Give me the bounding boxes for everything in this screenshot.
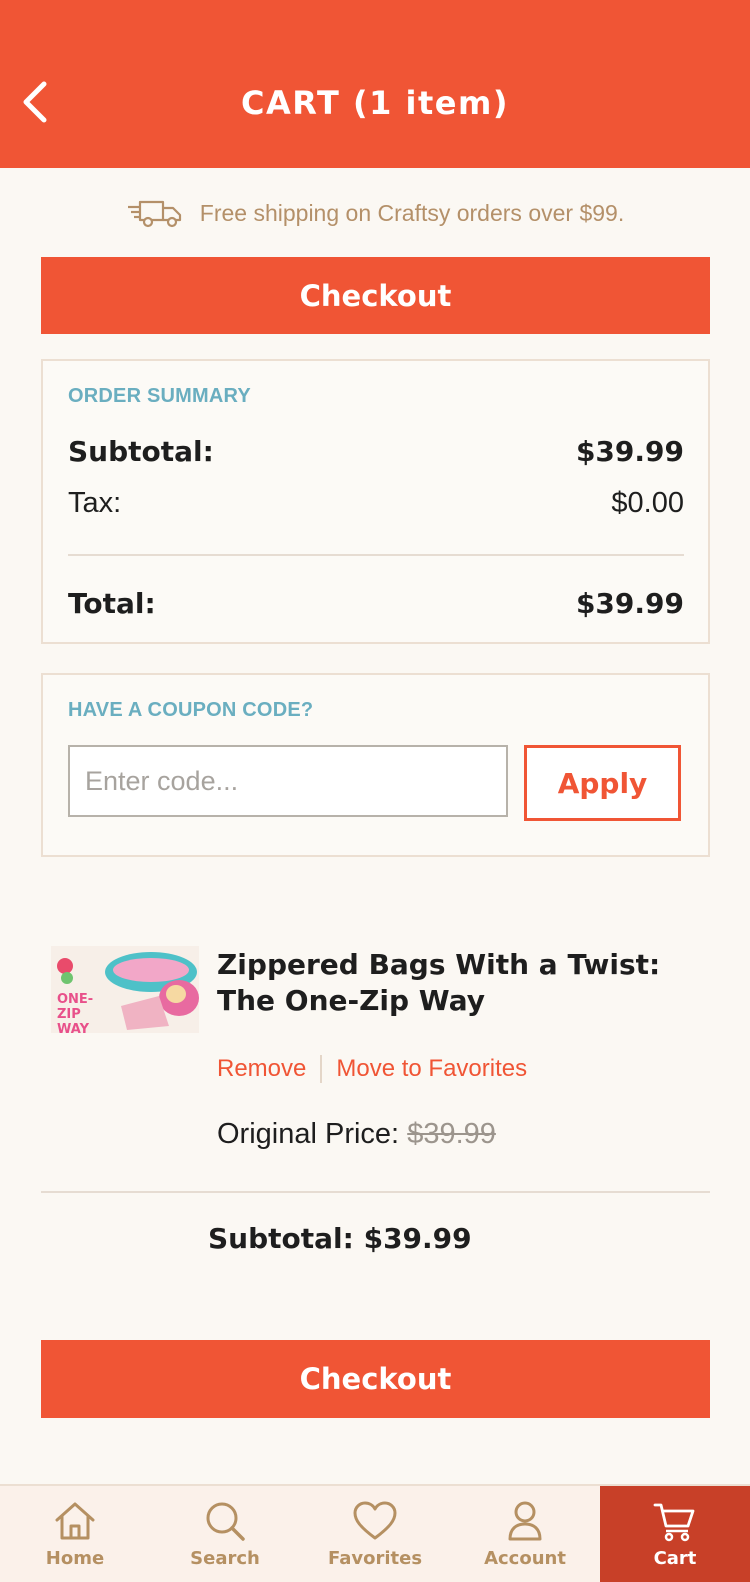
total-row: Total: $39.99 <box>68 587 684 620</box>
tab-home-label: Home <box>45 1548 105 1569</box>
summary-divider <box>68 554 684 556</box>
tab-home[interactable]: Home <box>0 1486 150 1582</box>
tab-account[interactable]: Account <box>450 1486 600 1582</box>
tab-favorites[interactable]: Favorites <box>300 1486 450 1582</box>
coupon-panel: HAVE A COUPON CODE? Apply <box>41 673 710 857</box>
remove-link[interactable]: Remove <box>217 1055 306 1083</box>
move-to-favorites-link[interactable]: Move to Favorites <box>336 1055 527 1083</box>
tax-value: $0.00 <box>611 487 684 519</box>
tab-cart-label: Cart <box>653 1548 697 1569</box>
order-summary-heading: ORDER SUMMARY <box>68 385 251 407</box>
tax-row: Tax: $0.00 <box>68 487 684 520</box>
tab-favorites-label: Favorites <box>327 1548 423 1569</box>
tax-label: Tax: <box>68 487 122 519</box>
shipping-text: Free shipping on Craftsy orders over $99… <box>199 199 625 226</box>
tab-cart[interactable]: Cart <box>600 1486 750 1582</box>
original-price-value: $39.99 <box>407 1118 496 1150</box>
cart-icon <box>653 1503 695 1542</box>
checkout-button-bottom[interactable]: Checkout <box>41 1340 710 1418</box>
app-header: CART (1 item) <box>0 0 750 168</box>
home-icon <box>55 1502 95 1540</box>
product-thumbnail[interactable]: ONE-ZIP WAY <box>51 946 199 1033</box>
heart-icon <box>353 1501 397 1540</box>
coupon-code-input[interactable] <box>68 745 508 817</box>
total-value: $39.99 <box>575 587 684 620</box>
shipping-banner: Free shipping on Craftsy orders over $99… <box>0 196 750 230</box>
subtotal-value: $39.99 <box>575 435 684 468</box>
subtotal-row: Subtotal: $39.99 <box>68 435 684 468</box>
thumb-title-text: ONE-ZIP WAY <box>57 992 94 1033</box>
item-divider <box>41 1191 710 1193</box>
tab-account-label: Account <box>484 1548 566 1569</box>
tab-search[interactable]: Search <box>150 1486 300 1582</box>
coupon-heading: HAVE A COUPON CODE? <box>68 699 314 721</box>
subtotal-label: Subtotal: <box>68 435 214 468</box>
apply-coupon-button[interactable]: Apply <box>524 745 681 821</box>
checkout-button-top[interactable]: Checkout <box>41 257 710 334</box>
original-price: Original Price: $39.99 <box>217 1118 496 1151</box>
original-price-label: Original Price: <box>217 1118 400 1150</box>
page-title: CART (1 item) <box>241 84 509 122</box>
delivery-truck-icon <box>127 200 181 228</box>
tab-search-label: Search <box>190 1548 260 1569</box>
bottom-tab-bar: Home Search Favorites Account Cart <box>0 1484 750 1582</box>
search-icon <box>206 1502 245 1541</box>
user-icon <box>508 1501 542 1541</box>
item-subtotal: Subtotal: $39.99 <box>208 1222 472 1255</box>
total-label: Total: <box>68 587 156 620</box>
order-summary-panel: ORDER SUMMARY Subtotal: $39.99 Tax: $0.0… <box>41 359 710 644</box>
item-actions: Remove Move to Favorites <box>217 1055 527 1083</box>
actions-separator <box>320 1055 323 1083</box>
product-title[interactable]: Zippered Bags With a Twist: The One-Zip … <box>217 947 707 1019</box>
